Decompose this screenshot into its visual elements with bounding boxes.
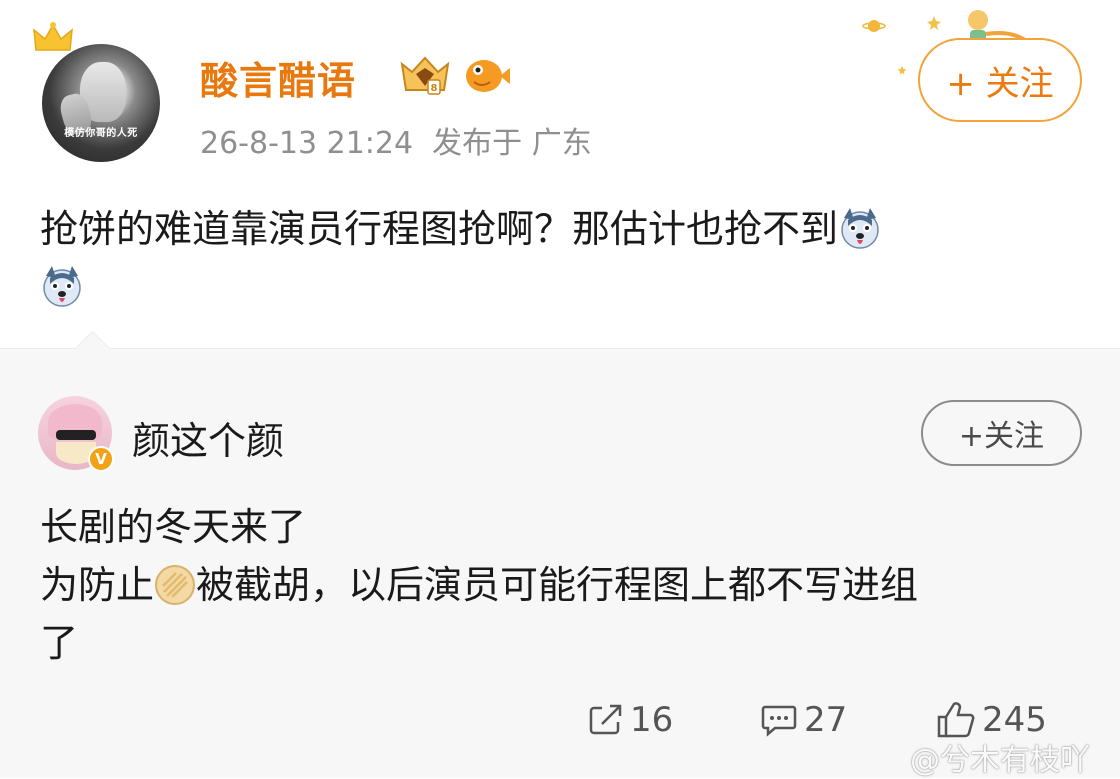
crown-icon xyxy=(33,22,73,51)
comment-line-2-before: 为防止 xyxy=(40,563,155,607)
post-body: 抢饼的难道靠演员行程图抢啊？那估计也抢不到 xyxy=(40,200,1090,316)
post-username[interactable]: 酸言醋语 xyxy=(200,50,356,105)
comment-button[interactable]: 27 xyxy=(760,700,847,740)
avatar: 模仿你哥的人死 xyxy=(42,44,160,162)
post-timestamp: 26-8-13 21:24 xyxy=(200,126,414,161)
comment-icon xyxy=(761,705,797,737)
repost-button[interactable]: 16 xyxy=(588,700,673,740)
verified-badge-icon: V xyxy=(88,446,114,472)
post-text: 抢饼的难道靠演员行程图抢啊？那估计也抢不到 xyxy=(40,207,839,251)
comment-username[interactable]: 颜这个颜 xyxy=(132,410,284,465)
comment-line-2-after: 被截胡，以后演员可能行程图上都不写进组 xyxy=(196,563,919,607)
like-thumb-icon xyxy=(937,702,975,738)
post-location: 发布于 广东 xyxy=(432,126,592,161)
repost-icon xyxy=(589,704,622,735)
comment-follow-button[interactable]: +关注 xyxy=(921,400,1082,466)
comment-count: 27 xyxy=(804,700,848,740)
cake-icon xyxy=(155,565,196,605)
like-button[interactable]: 245 xyxy=(936,700,1047,740)
like-count: 245 xyxy=(982,700,1047,740)
weibo-watermark: @兮木有枝吖 xyxy=(910,743,1090,778)
repost-count: 16 xyxy=(630,700,674,740)
husky-dog-emoji-icon xyxy=(841,208,879,249)
post-avatar[interactable]: 模仿你哥的人死 xyxy=(33,22,160,162)
svg-text:8: 8 xyxy=(431,83,438,94)
comment-line-3: 了 xyxy=(40,621,79,665)
husky-dog-emoji-icon xyxy=(43,266,81,307)
pufferfish-badge-icon xyxy=(466,60,510,92)
post-meta: 26-8-13 21:24 发布于 广东 xyxy=(200,118,592,162)
avatar-caption: 模仿你哥的人死 xyxy=(64,128,138,139)
avatar-glasses xyxy=(56,430,96,440)
comment-line-1: 长剧的冬天来了 xyxy=(40,505,307,549)
follow-button[interactable]: + 关注 xyxy=(918,38,1082,122)
comment-text: 长剧的冬天来了 为防止 被截胡，以后演员可能行程图上都不写进组 了 xyxy=(40,498,1100,672)
vip-crown-badge-icon: 8 xyxy=(400,56,450,95)
